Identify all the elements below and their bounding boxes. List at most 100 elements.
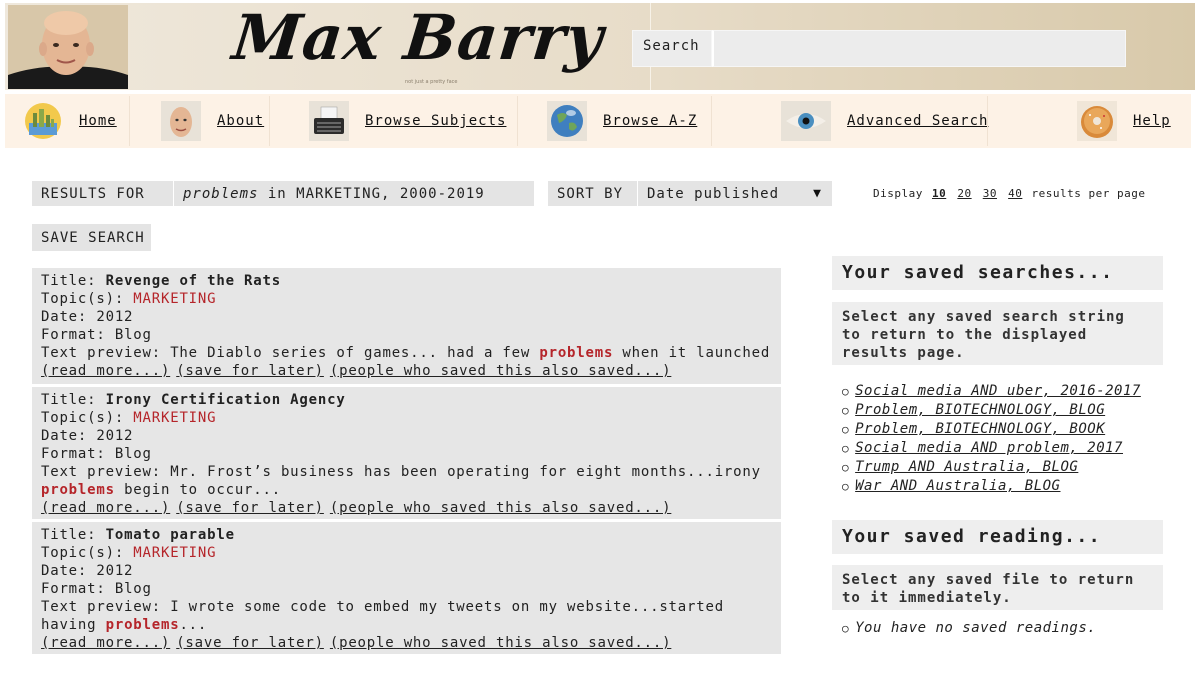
list-item: ○ Trump AND Australia, BLOG — [842, 458, 1141, 477]
date-label: Date: — [41, 309, 97, 325]
topics-label: Topic(s): — [41, 410, 134, 426]
bullet-icon: ○ — [842, 622, 850, 635]
site-logo[interactable]: Max Barry not just a pretty face — [229, 1, 607, 93]
nav-item-home[interactable]: Home — [23, 94, 117, 148]
result-title[interactable]: Tomato parable — [106, 527, 235, 543]
result-title[interactable]: Revenge of the Rats — [106, 273, 281, 289]
result-preview: I wrote some code to embed my tweets on … — [170, 599, 724, 615]
nav-item-advanced-search[interactable]: Advanced Search — [781, 94, 988, 148]
face-icon — [161, 101, 201, 141]
result-topic[interactable]: MARKETING — [133, 291, 216, 307]
bullet-icon: ○ — [842, 404, 850, 417]
nav-separator — [987, 96, 988, 146]
format-label: Format: — [41, 581, 115, 597]
saved-search-link[interactable]: Problem, BIOTECHNOLOGY, BLOG — [855, 402, 1105, 418]
title-label: Title: — [41, 273, 106, 289]
nav-separator — [711, 96, 712, 146]
highlighted-term: problems — [539, 345, 614, 361]
nav-separator — [269, 96, 270, 146]
nav-item-help[interactable]: Help — [1077, 94, 1171, 148]
saved-reading-description: Select any saved file to return to it im… — [832, 565, 1163, 610]
nav-separator — [517, 96, 518, 146]
sort-select[interactable]: Date published ▼ — [638, 181, 832, 206]
result-preview-prefix: having — [41, 617, 106, 633]
nav-link-browse-subjects[interactable]: Browse Subjects — [365, 113, 506, 129]
dropdown-arrow-icon: ▼ — [813, 186, 822, 201]
date-label: Date: — [41, 563, 97, 579]
preview-label: Text preview: — [41, 599, 171, 615]
highlighted-term: problems — [41, 482, 115, 498]
list-item: ○ Problem, BIOTECHNOLOGY, BLOG — [842, 401, 1141, 420]
saved-searches-heading: Your saved searches... — [832, 256, 1163, 290]
bullet-icon: ○ — [842, 480, 850, 493]
sort-value: Date published — [647, 186, 780, 202]
date-label: Date: — [41, 428, 97, 444]
no-readings-item: ○ You have no saved readings. — [842, 620, 1096, 636]
main-nav: Home About Browse Subjects Browse A-Z Ad… — [5, 94, 1191, 148]
query-scope: in MARKETING, 2000-2019 — [258, 186, 485, 202]
saved-search-link[interactable]: Social media AND problem, 2017 — [855, 440, 1123, 456]
logo-text: Max Barry — [229, 1, 608, 74]
list-item: ○ Social media AND uber, 2016-2017 — [842, 382, 1141, 401]
save-for-later-link[interactable]: (save for later) — [176, 635, 324, 651]
nav-link-about[interactable]: About — [217, 113, 264, 129]
per-page-option-10[interactable]: 10 — [932, 187, 946, 200]
result-date: 2012 — [96, 428, 134, 444]
bullet-icon: ○ — [842, 423, 850, 436]
tagline: not just a pretty face — [405, 79, 458, 85]
topics-label: Topic(s): — [41, 545, 134, 561]
result-date: 2012 — [96, 309, 134, 325]
result-date: 2012 — [96, 563, 134, 579]
result-preview-end: ... — [179, 617, 208, 633]
highlighted-term: problems — [105, 617, 180, 633]
list-item: ○ Social media AND problem, 2017 — [842, 439, 1141, 458]
nav-link-browse-a-z[interactable]: Browse A-Z — [603, 113, 697, 129]
bullet-icon: ○ — [842, 461, 850, 474]
title-label: Title: — [41, 527, 106, 543]
search-input[interactable] — [712, 30, 1126, 67]
nav-link-advanced-search[interactable]: Advanced Search — [847, 113, 988, 129]
per-page-option-40[interactable]: 40 — [1008, 187, 1022, 200]
result-topic[interactable]: MARKETING — [133, 545, 216, 561]
result-format: Blog — [114, 446, 152, 462]
results-per-page: Display 10 20 30 40 results per page — [873, 187, 1145, 200]
saved-reading-heading: Your saved reading... — [832, 520, 1163, 554]
result-item: Title: Irony Certification Agency Topic(… — [32, 385, 781, 519]
query-summary: problems in MARKETING, 2000-2019 — [174, 181, 534, 206]
nav-item-browse-a-z[interactable]: Browse A-Z — [547, 94, 697, 148]
bullet-icon: ○ — [842, 385, 850, 398]
nav-separator — [129, 96, 130, 146]
people-also-saved-link[interactable]: (people who saved this also saved...) — [330, 363, 671, 379]
saved-search-link[interactable]: Social media AND uber, 2016-2017 — [855, 383, 1141, 399]
per-page-option-20[interactable]: 20 — [957, 187, 971, 200]
people-also-saved-link[interactable]: (people who saved this also saved...) — [330, 635, 671, 651]
result-item: Title: Revenge of the Rats Topic(s): MAR… — [32, 268, 781, 384]
author-photo — [8, 5, 128, 89]
per-page-option-30[interactable]: 30 — [983, 187, 997, 200]
save-search-button[interactable]: SAVE SEARCH — [32, 224, 151, 251]
nav-link-home[interactable]: Home — [79, 113, 117, 129]
read-more-link[interactable]: (read more...) — [41, 363, 170, 379]
result-preview: Mr. Frost’s business has been operating … — [170, 464, 761, 480]
save-for-later-link[interactable]: (save for later) — [176, 500, 324, 516]
nav-link-help[interactable]: Help — [1133, 113, 1171, 129]
read-more-link[interactable]: (read more...) — [41, 500, 170, 516]
saved-search-link[interactable]: Trump AND Australia, BLOG — [855, 459, 1078, 475]
donut-icon — [1077, 101, 1117, 141]
result-topic[interactable]: MARKETING — [133, 410, 216, 426]
nav-item-about[interactable]: About — [161, 94, 264, 148]
format-label: Format: — [41, 327, 115, 343]
bullet-icon: ○ — [842, 442, 850, 455]
typewriter-icon — [309, 101, 349, 141]
read-more-link[interactable]: (read more...) — [41, 635, 170, 651]
display-prefix: Display — [873, 187, 923, 200]
result-format: Blog — [114, 327, 152, 343]
nav-item-browse-subjects[interactable]: Browse Subjects — [309, 94, 506, 148]
saved-search-link[interactable]: Problem, BIOTECHNOLOGY, BOOK — [855, 421, 1105, 437]
display-suffix: results per page — [1031, 187, 1146, 200]
save-for-later-link[interactable]: (save for later) — [176, 363, 324, 379]
result-title[interactable]: Irony Certification Agency — [106, 392, 346, 408]
eye-icon — [781, 101, 831, 141]
saved-search-link[interactable]: War AND Australia, BLOG — [855, 478, 1060, 494]
people-also-saved-link[interactable]: (people who saved this also saved...) — [330, 500, 671, 516]
